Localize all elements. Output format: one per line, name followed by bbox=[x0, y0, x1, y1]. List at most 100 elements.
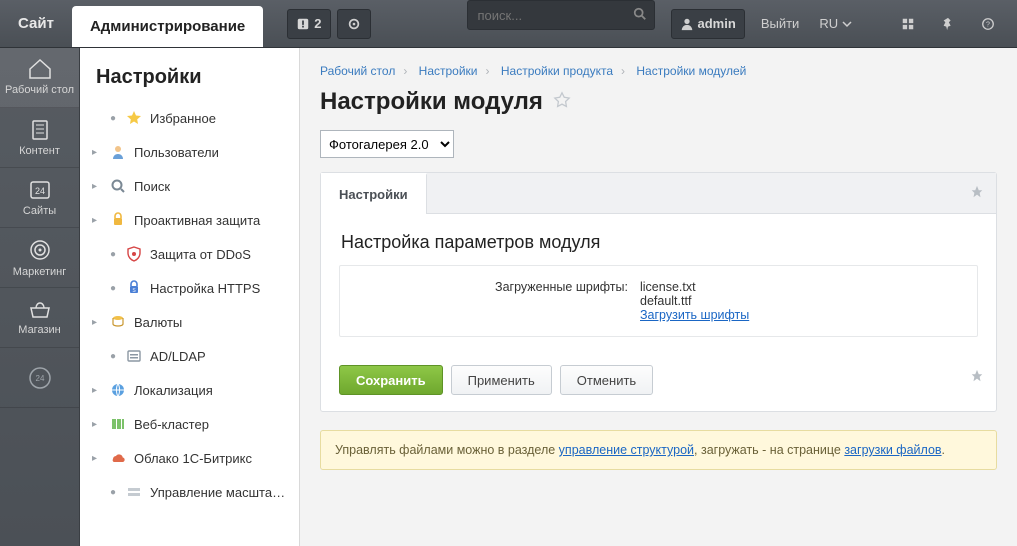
file-name: default.ttf bbox=[640, 294, 959, 308]
tree-item-icon bbox=[110, 212, 126, 228]
bullet-icon: ● bbox=[110, 283, 116, 294]
left-rail: Рабочий стол Контент 24 Сайты Маркетинг … bbox=[0, 48, 80, 546]
tree-item[interactable]: ● Управление масштабирова bbox=[80, 475, 299, 509]
pin-icon[interactable] bbox=[970, 369, 984, 386]
tree-item[interactable]: ▸Проактивная защита bbox=[80, 203, 299, 237]
search-icon[interactable] bbox=[633, 7, 647, 21]
form-box: Загруженные шрифты: license.txt default.… bbox=[339, 265, 978, 337]
tree-item-icon bbox=[110, 382, 126, 398]
tree-item-label: Управление масштабирова bbox=[150, 485, 287, 500]
pin-icon-button[interactable] bbox=[931, 17, 965, 31]
rail-content[interactable]: Контент bbox=[0, 108, 79, 168]
rail-label: Магазин bbox=[18, 324, 60, 336]
notifications-button[interactable]: 2 bbox=[287, 9, 330, 39]
rail-desktop[interactable]: Рабочий стол bbox=[0, 48, 79, 108]
section-title: Настройка параметров модуля bbox=[321, 214, 996, 265]
cancel-button[interactable]: Отменить bbox=[560, 365, 653, 395]
tree-item[interactable]: ▸Веб-кластер bbox=[80, 407, 299, 441]
help-icon-button[interactable]: ? bbox=[971, 17, 1005, 31]
tree-item[interactable]: ●Избранное bbox=[80, 101, 299, 135]
home-icon bbox=[27, 58, 53, 80]
tree-item[interactable]: ▸Валюты bbox=[80, 305, 299, 339]
tree-item-label: Локализация bbox=[134, 383, 287, 398]
info-text: , загружать - на странице bbox=[694, 443, 844, 457]
topbar: Сайт Администрирование 2 admin Выйти RU … bbox=[0, 0, 1017, 48]
button-row: Сохранить Применить Отменить bbox=[321, 355, 996, 411]
rail-label: Сайты bbox=[23, 205, 56, 217]
tree-item-icon bbox=[126, 246, 142, 262]
notification-count: 2 bbox=[314, 16, 321, 31]
logout-link[interactable]: Выйти bbox=[751, 0, 810, 47]
page-title-text: Настройки модуля bbox=[320, 88, 543, 116]
tree-item-icon bbox=[126, 484, 142, 500]
chevron-right-icon: › bbox=[613, 64, 633, 78]
main-area: Рабочий стол› Настройки› Настройки проду… bbox=[300, 48, 1017, 546]
upload-fonts-link[interactable]: Загрузить шрифты bbox=[640, 308, 749, 322]
chevron-down-icon bbox=[842, 19, 852, 29]
rail-more[interactable]: 24 bbox=[0, 348, 79, 408]
bullet-icon: ● bbox=[110, 351, 116, 362]
tab-settings[interactable]: Настройки bbox=[321, 173, 427, 214]
grid-icon-button[interactable] bbox=[891, 17, 925, 31]
tree-item[interactable]: ▸Пользователи bbox=[80, 135, 299, 169]
save-button[interactable]: Сохранить bbox=[339, 365, 443, 395]
file-name: license.txt bbox=[640, 280, 959, 294]
search-box bbox=[467, 0, 655, 47]
tree-item-icon bbox=[110, 416, 126, 432]
gear-icon bbox=[347, 17, 361, 31]
upload-files-link[interactable]: загрузки файлов bbox=[844, 443, 941, 457]
tab-bar: Настройки bbox=[321, 173, 996, 214]
tree-item-icon bbox=[126, 110, 142, 126]
tree-item[interactable]: ●SНастройка HTTPS bbox=[80, 271, 299, 305]
svg-text:24: 24 bbox=[35, 374, 44, 383]
breadcrumb: Рабочий стол› Настройки› Настройки проду… bbox=[300, 48, 1017, 78]
basket-icon bbox=[28, 300, 52, 320]
settings-gear-button[interactable] bbox=[337, 9, 371, 39]
favorite-star-icon[interactable] bbox=[553, 88, 571, 116]
info-text: Управлять файлами можно в разделе bbox=[335, 443, 559, 457]
rail-shop[interactable]: Магазин bbox=[0, 288, 79, 348]
page-title: Настройки модуля bbox=[300, 78, 1017, 130]
tree-item[interactable]: ▸Облако 1С-Битрикс bbox=[80, 441, 299, 475]
settings-card: Настройки Настройка параметров модуля За… bbox=[320, 172, 997, 412]
lang-switcher[interactable]: RU bbox=[809, 0, 862, 47]
breadcrumb-item[interactable]: Настройки модулей bbox=[636, 64, 746, 78]
user-icon bbox=[680, 17, 694, 31]
help-icon: ? bbox=[981, 17, 995, 31]
expand-arrow-icon: ▸ bbox=[92, 453, 102, 464]
apply-button[interactable]: Применить bbox=[451, 365, 552, 395]
rail-sites[interactable]: 24 Сайты bbox=[0, 168, 79, 228]
breadcrumb-item[interactable]: Настройки продукта bbox=[501, 64, 613, 78]
tree-item[interactable]: ▸ Локализация bbox=[80, 373, 299, 407]
tree-item[interactable]: ●AD/LDAP bbox=[80, 339, 299, 373]
badge-icon: 24 bbox=[28, 366, 52, 390]
search-input[interactable] bbox=[467, 0, 655, 30]
calendar-icon: 24 bbox=[28, 179, 52, 201]
breadcrumb-item[interactable]: Рабочий стол bbox=[320, 64, 395, 78]
tab-site[interactable]: Сайт bbox=[0, 0, 72, 47]
user-menu[interactable]: admin bbox=[671, 9, 745, 39]
notification-icon bbox=[296, 17, 310, 31]
bullet-icon: ● bbox=[110, 113, 116, 124]
bullet-icon: ● bbox=[110, 487, 116, 498]
breadcrumb-item[interactable]: Настройки bbox=[419, 64, 478, 78]
tree-item[interactable]: ●Защита от DDoS bbox=[80, 237, 299, 271]
document-icon bbox=[29, 119, 51, 141]
tree-panel: Настройки ●Избранное▸Пользователи▸Поиск▸… bbox=[80, 48, 300, 546]
rail-marketing[interactable]: Маркетинг bbox=[0, 228, 79, 288]
tree-item[interactable]: ▸Поиск bbox=[80, 169, 299, 203]
expand-arrow-icon: ▸ bbox=[92, 385, 102, 396]
tree-item-icon bbox=[110, 178, 126, 194]
info-text: . bbox=[942, 443, 945, 457]
expand-arrow-icon: ▸ bbox=[92, 147, 102, 158]
expand-arrow-icon: ▸ bbox=[92, 419, 102, 430]
expand-arrow-icon: ▸ bbox=[92, 215, 102, 226]
tree-item-icon bbox=[126, 348, 142, 364]
pin-icon[interactable] bbox=[970, 185, 984, 202]
user-name: admin bbox=[698, 16, 736, 31]
tab-admin[interactable]: Администрирование bbox=[72, 6, 263, 47]
module-select[interactable]: Фотогалерея 2.0 bbox=[320, 130, 454, 158]
structure-link[interactable]: управление структурой bbox=[559, 443, 694, 457]
tree-item-label: Настройка HTTPS bbox=[150, 281, 287, 296]
rail-label: Рабочий стол bbox=[5, 84, 74, 96]
